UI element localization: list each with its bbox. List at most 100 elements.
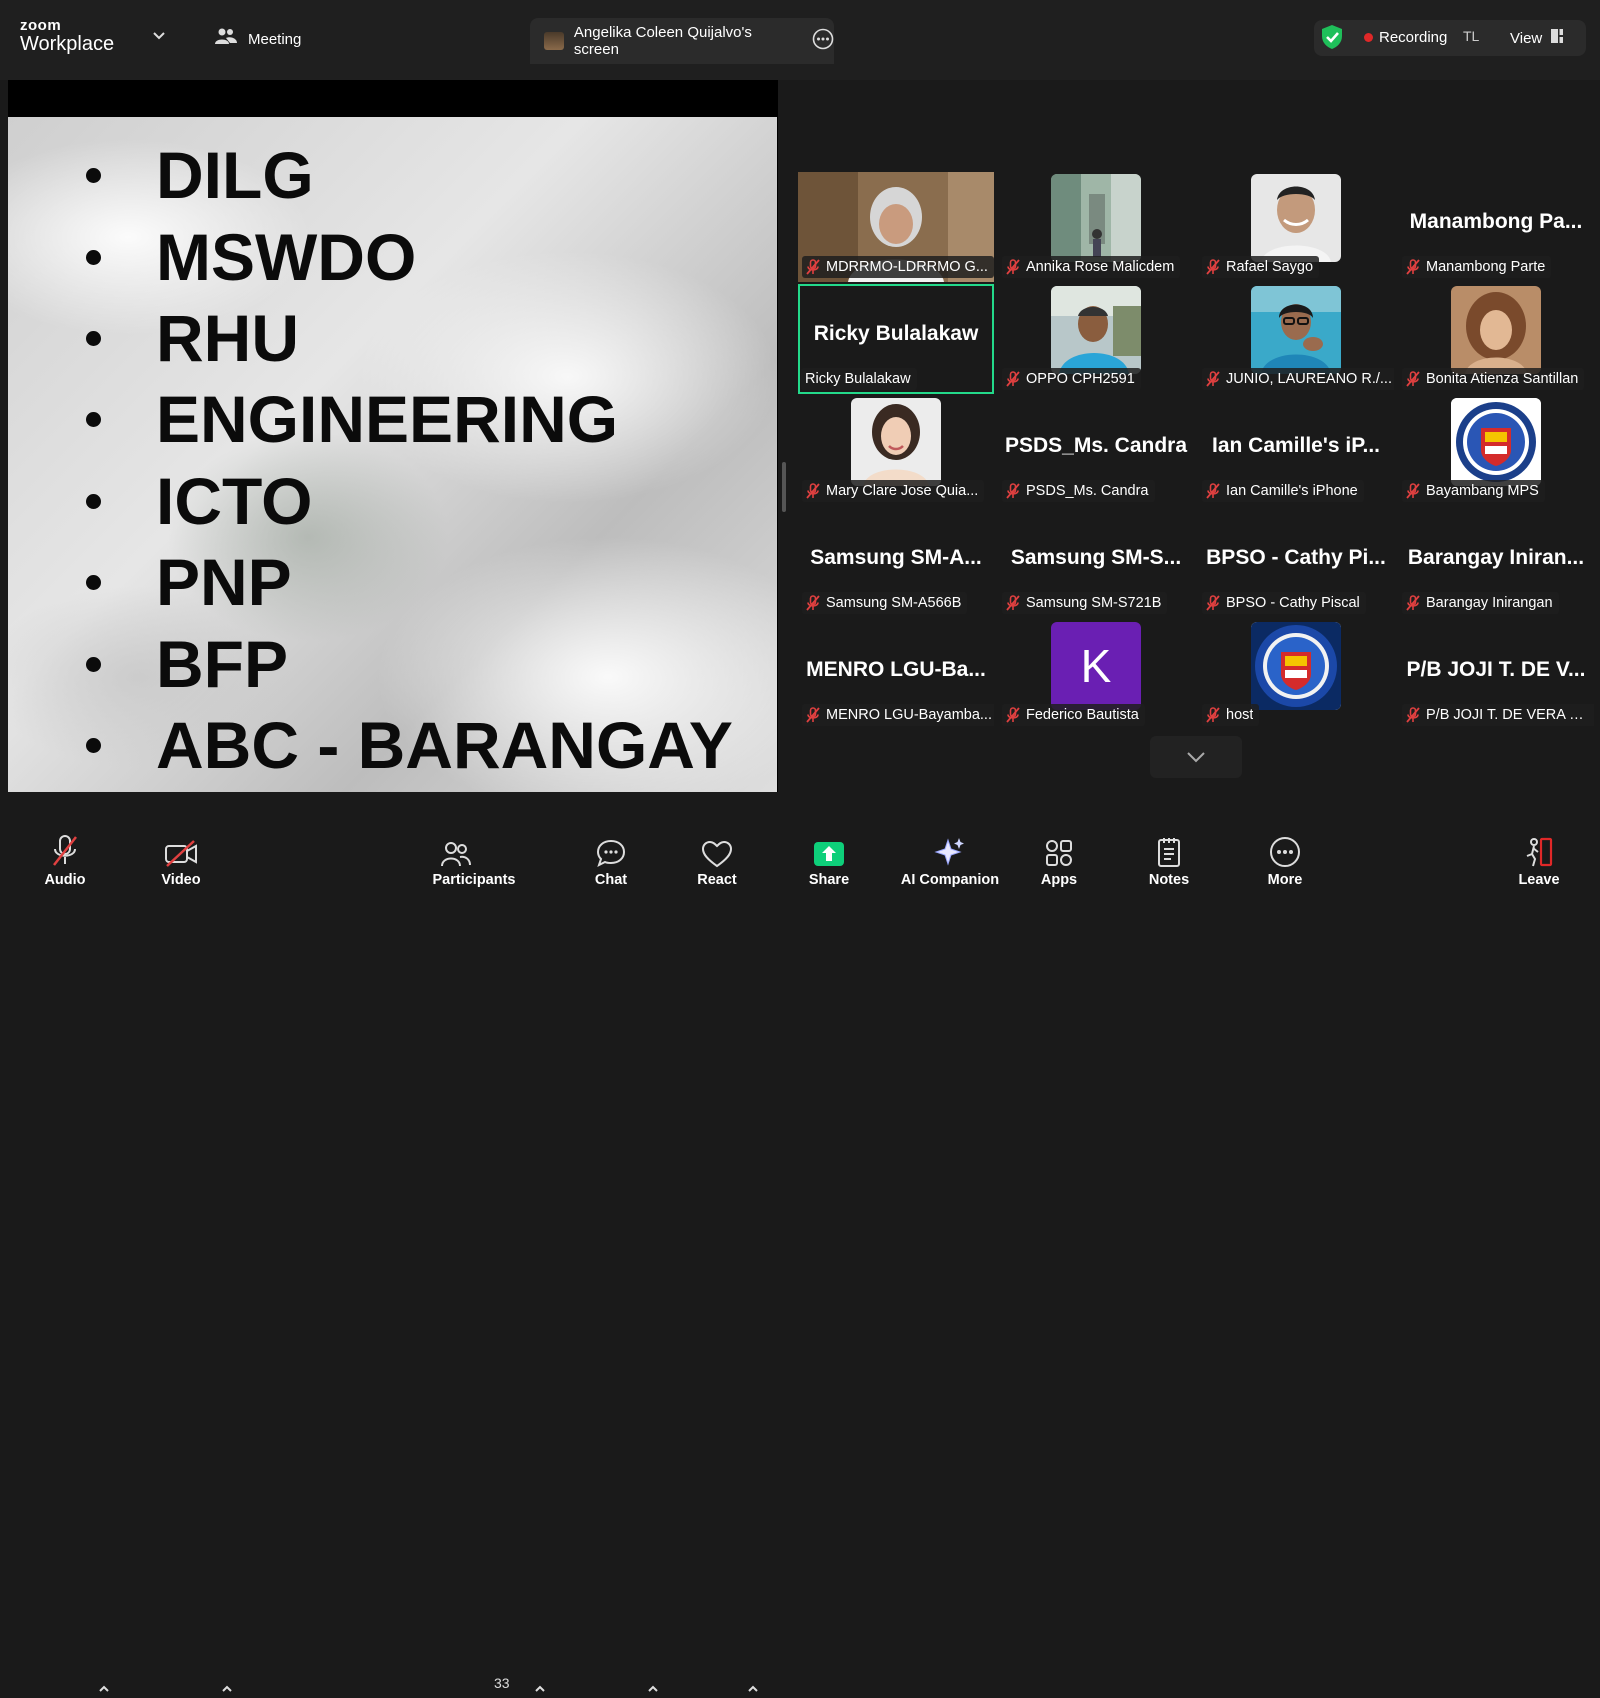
agency-name: ENGINEERING (156, 382, 619, 457)
share-tab-title: Angelika Coleen Quijalvo's screen (573, 24, 752, 58)
mic-muted-icon (1206, 259, 1226, 275)
meeting-info-button[interactable]: Meeting (214, 27, 301, 51)
participant-name: P/B JOJI T. DE VERA & ... (1426, 707, 1592, 723)
participant-tile[interactable]: BPSO - Cathy Pi... BPSO - Cathy Piscal (1198, 508, 1394, 618)
participant-name: PSDS_Ms. Candra (1026, 483, 1149, 499)
participant-tile[interactable]: OPPO CPH2591 (998, 284, 1194, 394)
audio-button[interactable]: Audio (40, 828, 90, 900)
mic-muted-icon (1206, 595, 1226, 611)
participant-avatar: K (1051, 622, 1141, 710)
mic-muted-icon (1406, 371, 1426, 387)
ai-companion-button[interactable]: AI Companion (896, 828, 1004, 900)
agency-list-item: PNP (78, 542, 733, 623)
agency-name: MSWDO (156, 219, 417, 294)
view-label: View (1510, 29, 1543, 47)
user-initials-badge[interactable]: TL (1463, 28, 1479, 44)
leave-button[interactable]: Leave (1514, 828, 1564, 900)
participant-name-label: P/B JOJI T. DE VERA & ... (1402, 704, 1594, 726)
participants-options-caret-icon[interactable] (534, 1680, 546, 1698)
agency-list-item: ICTO (78, 461, 733, 542)
notes-button[interactable]: Notes (1144, 828, 1194, 900)
participant-tile[interactable]: Ian Camille's iP... Ian Camille's iPhone (1198, 396, 1394, 506)
ai-companion-label: AI Companion (900, 872, 1000, 888)
participant-name-label: Barangay Inirangan (1402, 592, 1559, 614)
mic-muted-icon (1006, 483, 1026, 499)
grid-view-icon (1550, 28, 1564, 48)
logo-bottom-text: Workplace (20, 33, 115, 55)
agency-name: DILG (156, 138, 314, 213)
chat-button[interactable]: Chat (586, 828, 636, 900)
participant-tile[interactable]: Mary Clare Jose Quia... (798, 396, 994, 506)
audio-label: Audio (44, 872, 86, 888)
chat-options-caret-icon[interactable] (647, 1680, 659, 1698)
agency-name: BFP (156, 626, 288, 701)
agency-list-item: BFP (78, 623, 733, 704)
view-button[interactable]: View (1510, 28, 1564, 48)
audio-options-caret-icon[interactable] (98, 1680, 110, 1698)
chevron-down-icon[interactable] (152, 28, 166, 46)
participant-logo (1451, 398, 1541, 486)
participants-icon (441, 842, 471, 867)
apps-label: Apps (1040, 872, 1078, 888)
participant-tile[interactable]: Rafael Saygo (1198, 172, 1394, 282)
participant-name-label: Ricky Bulalakaw (801, 368, 917, 390)
meeting-label: Meeting (248, 30, 302, 48)
participant-tile[interactable]: MENRO LGU-Ba... MENRO LGU-Bayamba... (798, 620, 994, 730)
participant-tile[interactable]: host (1198, 620, 1394, 730)
mic-muted-icon (1406, 595, 1426, 611)
participant-tile[interactable]: JUNIO, LAUREANO R./... (1198, 284, 1394, 394)
participant-tile[interactable]: Ricky Bulalakaw Ricky Bulalakaw (798, 284, 994, 394)
agency-list-item: DILG (78, 135, 733, 216)
participants-label: Participants (432, 872, 516, 888)
participant-display-name: Barangay Iniran... (1407, 546, 1585, 569)
react-button[interactable]: React (692, 828, 742, 900)
video-options-caret-icon[interactable] (221, 1680, 233, 1698)
participant-tile[interactable]: Barangay Iniran... Barangay Inirangan (1398, 508, 1594, 618)
notes-icon (1158, 838, 1180, 867)
mic-muted-icon (1406, 259, 1426, 275)
apps-button[interactable]: Apps (1034, 828, 1084, 900)
participant-name: Barangay Inirangan (1426, 595, 1553, 611)
participant-name-label: PSDS_Ms. Candra (1002, 480, 1155, 502)
more-label: More (1267, 872, 1303, 888)
participant-name-label: Manambong Parte (1402, 256, 1552, 278)
participant-tile[interactable]: Bayambang MPS (1398, 396, 1594, 506)
mic-muted-icon (1406, 707, 1426, 723)
participant-tile[interactable]: P/B JOJI T. DE V... P/B JOJI T. DE VERA &… (1398, 620, 1594, 730)
participant-tile[interactable]: PSDS_Ms. Candra PSDS_Ms. Candra (998, 396, 1194, 506)
participant-display-name: Samsung SM-A... (810, 546, 982, 569)
gallery-next-page-button[interactable] (1150, 736, 1242, 778)
mic-muted-icon (1206, 483, 1226, 499)
recording-indicator[interactable]: Recording (1364, 29, 1447, 46)
participant-name-label: Bayambang MPS (1402, 480, 1545, 502)
bullet-icon (86, 412, 101, 428)
participant-tile[interactable]: Samsung SM-A... Samsung SM-A566B (798, 508, 994, 618)
more-button[interactable]: More (1260, 828, 1310, 900)
participants-count: 33 (494, 1675, 510, 1691)
participant-tile[interactable]: Manambong Pa... Manambong Parte (1398, 172, 1594, 282)
participant-tile[interactable]: K Federico Bautista (998, 620, 1194, 730)
participant-tile[interactable]: Annika Rose Malicdem (998, 172, 1194, 282)
share-button[interactable]: Share (804, 828, 854, 900)
participant-name: Annika Rose Malicdem (1026, 259, 1175, 275)
participant-tile[interactable]: MDRRMO-LDRRMO G... (798, 172, 994, 282)
resize-handle[interactable] (782, 462, 786, 512)
video-label: Video (161, 872, 201, 888)
participant-display-name: Ricky Bulalakaw (813, 322, 979, 345)
more-options-icon[interactable] (812, 28, 834, 54)
screen-share-tab[interactable]: Angelika Coleen Quijalvo's screen (530, 18, 834, 64)
video-button[interactable]: Video (156, 828, 206, 900)
heart-icon (701, 840, 733, 868)
participant-tile[interactable]: Bonita Atienza Santillan (1398, 284, 1594, 394)
participant-name: host (1226, 707, 1254, 723)
mic-muted-icon (1206, 371, 1226, 387)
participant-tile[interactable]: Samsung SM-S... Samsung SM-S721B (998, 508, 1194, 618)
participants-button[interactable]: Participants (428, 828, 520, 900)
shield-check-icon[interactable] (1320, 24, 1344, 55)
logo-top-text: zoom (20, 17, 62, 34)
bullet-icon (86, 737, 101, 753)
agency-list-item: RHU (78, 298, 733, 379)
participant-name: Manambong Parte (1426, 259, 1546, 275)
share-screen-icon (814, 842, 844, 866)
react-options-caret-icon[interactable] (747, 1680, 759, 1698)
